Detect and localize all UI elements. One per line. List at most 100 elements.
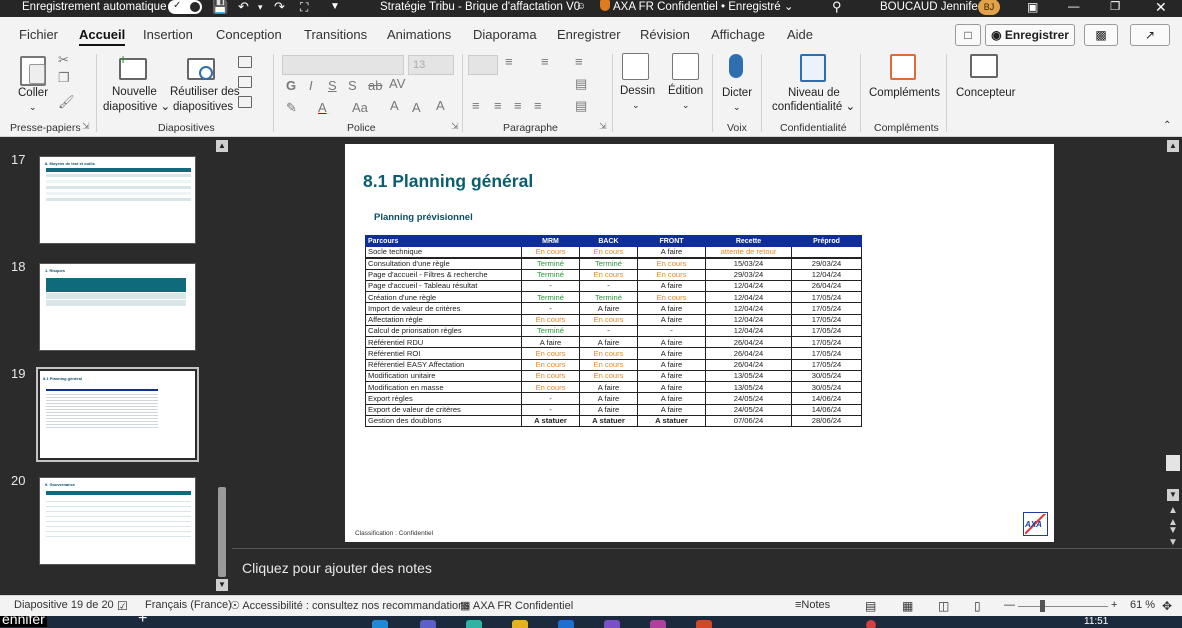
- strikethrough-icon[interactable]: ab: [368, 78, 382, 93]
- outlook-icon[interactable]: [558, 620, 574, 628]
- text-direction-icon[interactable]: ▤: [575, 76, 587, 92]
- minimize-icon[interactable]: —: [1068, 0, 1080, 14]
- close-icon[interactable]: ✕: [1155, 0, 1167, 14]
- increase-font-icon[interactable]: A: [390, 98, 399, 113]
- slideshow-icon[interactable]: ▯: [974, 599, 981, 613]
- autosave-toggle[interactable]: [168, 0, 202, 14]
- save-icon[interactable]: 💾: [212, 0, 228, 14]
- chrome-icon[interactable]: [466, 620, 482, 628]
- sensitivity-label[interactable]: AXA FR Confidentiel • Enregistré ⌄: [600, 0, 794, 14]
- notes-toggle[interactable]: ≡Notes: [795, 599, 830, 611]
- normal-view-icon[interactable]: ▤: [865, 599, 876, 613]
- tab-transitions[interactable]: Transitions: [304, 27, 367, 42]
- explorer-icon[interactable]: [512, 620, 528, 628]
- columns-icon[interactable]: ▤: [575, 98, 587, 114]
- edge-icon[interactable]: [372, 620, 388, 628]
- undo-icon[interactable]: ↶: [238, 0, 249, 14]
- tab-fichier[interactable]: Fichier: [19, 27, 58, 42]
- dialog-launcher-icon[interactable]: ⇲: [451, 121, 459, 132]
- spellcheck-icon[interactable]: ☑: [117, 599, 128, 613]
- comments-button[interactable]: □: [955, 24, 981, 46]
- shadow-icon[interactable]: S: [348, 78, 357, 93]
- slide-canvas[interactable]: 8.1 Planning général Planning prévisionn…: [345, 144, 1054, 542]
- dialog-launcher-icon[interactable]: ⇲: [82, 121, 90, 132]
- scroll-down-icon[interactable]: ▼: [1167, 489, 1179, 501]
- avatar[interactable]: BJ: [978, 0, 1000, 15]
- ribbon-display-icon[interactable]: ▣: [1027, 0, 1038, 14]
- reset-slide-icon[interactable]: [238, 76, 252, 88]
- zoom-slider-thumb[interactable]: [1040, 600, 1045, 612]
- collapse-ribbon-icon[interactable]: ⌃: [1163, 120, 1171, 131]
- clear-format-icon[interactable]: A: [436, 98, 445, 113]
- dialog-launcher-icon[interactable]: ⇲: [599, 121, 607, 132]
- zoom-slider[interactable]: [1018, 606, 1108, 607]
- record-button[interactable]: ◉ Enregistrer: [985, 24, 1075, 46]
- thumbnails-scrollbar[interactable]: ▲ ▼: [214, 137, 230, 595]
- user-name[interactable]: BOUCAUD Jennifer: [880, 0, 982, 14]
- tab-aide[interactable]: Aide: [787, 27, 813, 42]
- zoom-in-icon[interactable]: +: [1111, 599, 1117, 611]
- justify-icon[interactable]: ≡: [534, 98, 542, 113]
- search-icon[interactable]: ⚲: [832, 0, 842, 14]
- thumbnail-slide-18[interactable]: 1. Risques: [39, 263, 196, 351]
- line-spacing-icon[interactable]: ≡: [575, 54, 583, 69]
- tab-accueil[interactable]: Accueil: [79, 27, 126, 46]
- document-title[interactable]: Stratégie Tribu - Brique d'affactation V…: [380, 0, 580, 14]
- slide-sorter-icon[interactable]: ▦: [902, 599, 913, 613]
- underline-icon[interactable]: S: [328, 78, 337, 93]
- align-center-icon[interactable]: ≡: [494, 98, 502, 113]
- slide-title[interactable]: 8.1 Planning général: [363, 171, 533, 192]
- fit-slide-icon[interactable]: ✥: [1162, 599, 1172, 613]
- font-size-combo[interactable]: 13: [408, 55, 454, 75]
- decrease-indent-icon[interactable]: ≡: [541, 54, 549, 69]
- change-case-icon[interactable]: Aa: [352, 100, 368, 115]
- app-icon[interactable]: [650, 620, 666, 628]
- scroll-thumb[interactable]: [1166, 455, 1180, 471]
- powerpoint-icon[interactable]: [696, 620, 712, 628]
- present-icon[interactable]: ⛶: [300, 0, 308, 14]
- scroll-down-icon[interactable]: ▼: [216, 579, 228, 591]
- scroll-up-icon[interactable]: ▲: [1167, 140, 1179, 152]
- tab-affichage[interactable]: Affichage: [711, 27, 765, 42]
- next-slide-icon[interactable]: ▼ ▼: [1168, 525, 1178, 549]
- planning-table[interactable]: Parcours MRM BACK FRONT Recette Préprod Socle…: [365, 235, 862, 428]
- format-painter-icon[interactable]: 🖌: [58, 94, 75, 110]
- tab-animations[interactable]: Animations: [387, 27, 451, 42]
- undo-dropdown-icon[interactable]: ▾: [258, 0, 263, 14]
- onenote-icon[interactable]: [604, 620, 620, 628]
- reading-view-icon[interactable]: ◫: [938, 599, 949, 613]
- tab-insertion[interactable]: Insertion: [143, 27, 193, 42]
- language-status[interactable]: Français (France): [145, 599, 232, 611]
- tab-enregistrer[interactable]: Enregistrer: [557, 27, 621, 42]
- accessibility-status[interactable]: ☉ Accessibilité : consultez nos recomman…: [230, 599, 470, 612]
- thumbnail-slide-19[interactable]: 8.1 Planning général: [36, 367, 199, 462]
- tab-revision[interactable]: Révision: [640, 27, 690, 42]
- tab-conception[interactable]: Conception: [216, 27, 282, 42]
- customize-qat-icon[interactable]: ▼: [330, 0, 340, 14]
- teams-button[interactable]: ▩: [1084, 24, 1118, 46]
- cut-icon[interactable]: ✂: [58, 52, 69, 68]
- font-name-combo[interactable]: [282, 55, 404, 75]
- bullets-icon[interactable]: [468, 55, 498, 75]
- zoom-out-icon[interactable]: —: [1004, 599, 1015, 611]
- highlight-icon[interactable]: ✎: [286, 100, 297, 116]
- notes-placeholder[interactable]: Cliquez pour ajouter des notes: [242, 560, 432, 576]
- zoom-level[interactable]: 61 %: [1130, 599, 1155, 611]
- redo-icon[interactable]: ↷: [274, 0, 285, 14]
- scroll-thumb[interactable]: [218, 487, 226, 577]
- italic-icon[interactable]: I: [309, 78, 313, 93]
- restore-icon[interactable]: ❐: [1110, 0, 1120, 14]
- share-button[interactable]: ↗: [1130, 24, 1170, 46]
- copy-icon[interactable]: ❐: [58, 70, 70, 86]
- font-color-icon[interactable]: A: [318, 100, 327, 115]
- layout-icon[interactable]: [238, 56, 252, 68]
- teams-icon[interactable]: [420, 620, 436, 628]
- align-right-icon[interactable]: ≡: [514, 98, 522, 113]
- align-left-icon[interactable]: ≡: [472, 98, 480, 113]
- numbering-icon[interactable]: ≡: [505, 54, 513, 69]
- section-icon[interactable]: [238, 96, 252, 108]
- new-desktop-icon[interactable]: +: [138, 616, 147, 628]
- char-spacing-icon[interactable]: AV: [389, 76, 405, 91]
- sensitivity-status[interactable]: ▦ AXA FR Confidentiel: [460, 599, 573, 612]
- tab-diaporama[interactable]: Diaporama: [473, 27, 537, 42]
